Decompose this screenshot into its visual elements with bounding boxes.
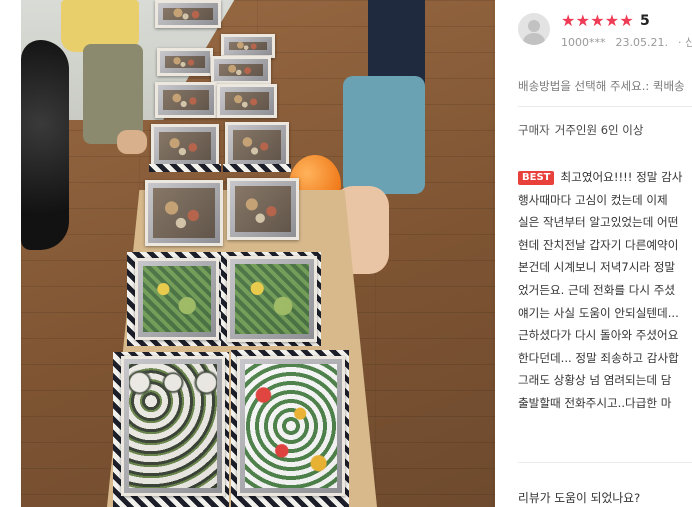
review-body[interactable]: BEST 최고였어요!!!! 정말 감사 행사때마다 고심이 컸는데 이제 실은 …: [518, 166, 692, 415]
food-tray: [227, 178, 299, 240]
star-icon: ★: [561, 11, 576, 30]
food-tray: [135, 258, 219, 340]
review-line: 었거든요. 근데 전화를 다시 주셨: [518, 282, 676, 297]
star-icon: ★: [619, 11, 634, 30]
avatar: [518, 13, 550, 45]
review-panel: ★ ★ ★ ★ ★ 5 1000*** 23.05.21. · 신 배송방법을 선택…: [508, 0, 692, 507]
review-date-suffix: · 신: [677, 36, 692, 49]
helpful-question: 리뷰가 도움이 되었나요?: [518, 491, 641, 505]
review-line: 얘기는 사실 도움이 안되실텐데...: [518, 305, 679, 320]
striped-wrap: [223, 164, 291, 172]
star-icon: ★: [590, 11, 605, 30]
food-tray: [217, 84, 277, 118]
child-pants: [83, 44, 143, 144]
food-tray: [155, 0, 221, 28]
buyer-info: 구매자 거주인원 6인 이상: [518, 122, 643, 138]
reviewer-id: 1000***: [561, 36, 606, 49]
review-meta: 1000*** 23.05.21. · 신: [561, 34, 692, 50]
review-line: 출발할때 전화주시고..다급한 마: [518, 395, 672, 410]
review-line: BEST 최고였어요!!!! 정말 감사: [518, 166, 692, 189]
food-tray: [225, 122, 289, 168]
child-feet: [117, 130, 147, 154]
food-tray: [155, 82, 217, 118]
food-tray: [211, 56, 271, 84]
review-line: 실은 작년부터 알고있었는데 어떤: [518, 215, 679, 230]
buyer-label: 구매자: [518, 123, 550, 137]
salad-tray: [237, 356, 345, 496]
food-tray: [157, 48, 213, 76]
best-badge: BEST: [518, 171, 555, 185]
buyer-value: 거주인원 6인 이상: [554, 123, 644, 137]
star-icon: ★: [575, 11, 590, 30]
review-photo[interactable]: [21, 0, 495, 507]
review-line: 한다던데... 정말 죄송하고 감사합: [518, 350, 679, 365]
purchase-option: 배송방법을 선택해 주세요.: 퀵배송: [518, 79, 685, 93]
review-line: 근하셨다가 다시 돌아와 주셨어요: [518, 328, 679, 343]
food-tray: [145, 180, 223, 246]
review-line: 본건데 시계보니 저녁7시라 정말: [518, 260, 676, 275]
rating-score: 5: [639, 13, 650, 29]
person-shorts: [343, 76, 425, 194]
black-bag: [21, 40, 69, 250]
star-icon: ★: [604, 11, 620, 30]
food-tray: [221, 34, 275, 58]
food-tray: [151, 124, 219, 168]
avatar-head: [528, 20, 540, 32]
review-line: 현데 잔치전날 갑자기 다른예약이: [518, 237, 679, 252]
review-line: 행사때마다 고심이 컸는데 이제: [518, 192, 668, 207]
divider: [518, 462, 692, 463]
divider: [518, 106, 692, 107]
food-tray: [227, 256, 317, 342]
avatar-body: [523, 33, 545, 45]
review-date: 23.05.21.: [615, 36, 668, 49]
rating: ★ ★ ★ ★ ★ 5: [561, 11, 650, 31]
kimbap-tray: [121, 356, 225, 496]
review-line: 그래도 상황상 넘 염려되는데 담: [518, 373, 672, 388]
striped-wrap: [149, 164, 221, 172]
